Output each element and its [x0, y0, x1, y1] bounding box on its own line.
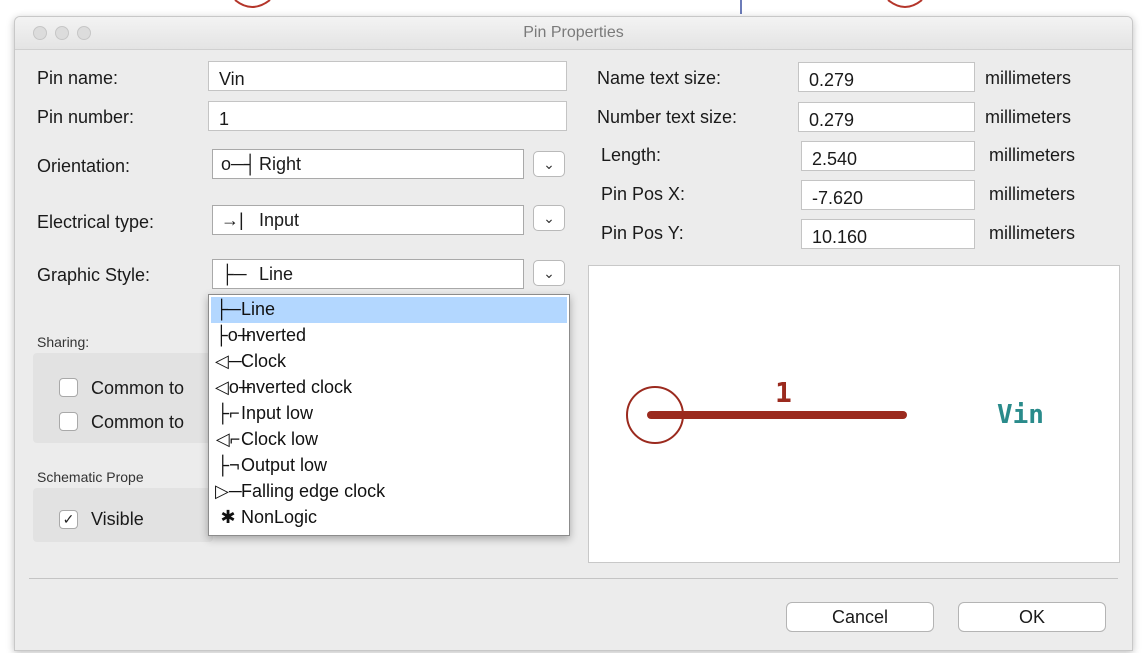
output-low-style-icon: ├¬ [216, 455, 240, 475]
falling-edge-clock-style-icon: ▷─ [215, 481, 242, 501]
dropdown-item-label: Clock [241, 351, 287, 371]
orientation-label: Orientation: [37, 156, 131, 176]
clock-low-style-icon: ◁⌐ [215, 429, 241, 449]
line-style-icon: ├─ [215, 299, 241, 319]
pin-pos-x-input[interactable]: -7.620 [801, 180, 975, 210]
pin-preview-panel: 1 Vin [588, 265, 1120, 563]
length-input[interactable]: 2.540 [801, 141, 975, 171]
dropdown-item-output-low[interactable]: ├¬Output low [211, 453, 567, 479]
cancel-button[interactable]: Cancel [786, 602, 934, 632]
sharing-section-label: Sharing: [37, 334, 90, 350]
clock-style-icon: ◁─ [215, 351, 242, 371]
window-title: Pin Properties [523, 24, 624, 41]
pin-pos-y-label: Pin Pos Y: [601, 223, 684, 243]
common-to-units-label: Common to [91, 378, 185, 398]
common-to-units-checkbox[interactable] [59, 378, 78, 397]
electrical-type-dropdown-button[interactable]: ⌄ [533, 205, 565, 231]
dropdown-item-label: Clock low [241, 429, 319, 449]
pin-name-label: Pin name: [37, 68, 119, 88]
ok-button[interactable]: OK [958, 602, 1106, 632]
preview-pin-number: 1 [775, 376, 792, 409]
electrical-type-label: Electrical type: [37, 212, 155, 232]
dropdown-item-falling-edge-clock[interactable]: ▷─Falling edge clock [211, 479, 567, 505]
length-unit: millimeters [989, 145, 1076, 165]
sharing-group: Common to Common to [33, 353, 213, 443]
dropdown-item-label: Input low [241, 403, 314, 423]
graphic-style-label: Graphic Style: [37, 265, 151, 285]
title-bar: Pin Properties [15, 17, 1132, 50]
length-label: Length: [601, 145, 662, 165]
pin-pos-x-label: Pin Pos X: [601, 184, 686, 204]
pin-number-label: Pin number: [37, 107, 135, 127]
name-text-size-unit: millimeters [985, 68, 1072, 88]
pin-properties-dialog: Pin Properties Pin name: Vin Pin number:… [14, 16, 1133, 651]
pin-pos-y-unit: millimeters [989, 223, 1076, 243]
pin-right-icon: o─┤ [221, 154, 257, 174]
number-text-size-label: Number text size: [597, 107, 738, 127]
orientation-select[interactable]: o─┤ Right [212, 149, 524, 179]
dropdown-item-input-low[interactable]: ├⌐Input low [211, 401, 567, 427]
dropdown-item-label: Inverted [241, 325, 307, 345]
pin-pos-y-input[interactable]: 10.160 [801, 219, 975, 249]
dropdown-item-label: Line [241, 299, 276, 319]
dropdown-item-nonlogic[interactable]: ✱ NonLogic [211, 505, 567, 531]
number-text-size-input[interactable]: 0.279 [798, 102, 975, 132]
dropdown-item-clock-low[interactable]: ◁⌐Clock low [211, 427, 567, 453]
line-style-icon: ├─ [221, 264, 247, 284]
visible-checkbox[interactable]: ✓ [59, 510, 78, 529]
nonlogic-style-icon: ✱ [220, 507, 236, 527]
pin-name-input[interactable]: Vin [208, 61, 567, 91]
common-to-body-styles-checkbox[interactable] [59, 412, 78, 431]
orientation-dropdown-button[interactable]: ⌄ [533, 151, 565, 177]
graphic-style-dropdown-button[interactable]: ⌄ [533, 260, 565, 286]
orientation-value: Right [259, 154, 302, 174]
number-text-size-unit: millimeters [985, 107, 1072, 127]
dropdown-item-inverted-clock[interactable]: ◁o─Inverted clock [211, 375, 567, 401]
preview-pin-name: Vin [997, 400, 1044, 430]
pin-number-input[interactable]: 1 [208, 101, 567, 131]
graphic-style-value: Line [259, 264, 294, 284]
dropdown-item-label: Output low [241, 455, 328, 475]
inverted-style-icon: ├o─ [215, 325, 251, 345]
input-low-style-icon: ├⌐ [216, 403, 240, 423]
dropdown-item-label: NonLogic [241, 507, 318, 527]
dropdown-item-inverted[interactable]: ├o─Inverted [211, 323, 567, 349]
input-arrow-icon: →| [221, 210, 244, 230]
footer-divider [29, 578, 1118, 579]
dropdown-item-label: Falling edge clock [241, 481, 386, 501]
graphic-style-dropdown-list: ├─Line ├o─Inverted ◁─Clock ◁o─Inverted c… [208, 294, 570, 536]
graphic-style-select[interactable]: ├─ Line [212, 259, 524, 289]
pin-pos-x-unit: millimeters [989, 184, 1076, 204]
pin-preview-canvas: 1 Vin [626, 376, 1044, 444]
name-text-size-label: Name text size: [597, 68, 722, 88]
dropdown-item-line[interactable]: ├─Line [211, 297, 567, 323]
dropdown-item-label: Inverted clock [241, 377, 353, 397]
inverted-clock-style-icon: ◁o─ [215, 377, 252, 397]
schematic-properties-section-label: Schematic Prope [37, 469, 144, 485]
electrical-type-value: Input [259, 210, 300, 230]
electrical-type-select[interactable]: →| Input [212, 205, 524, 235]
dropdown-item-clock[interactable]: ◁─Clock [211, 349, 567, 375]
common-to-body-styles-label: Common to [91, 412, 185, 432]
schematic-properties-group: ✓ Visible [33, 488, 213, 542]
visible-label: Visible [91, 509, 144, 529]
name-text-size-input[interactable]: 0.279 [798, 62, 975, 92]
